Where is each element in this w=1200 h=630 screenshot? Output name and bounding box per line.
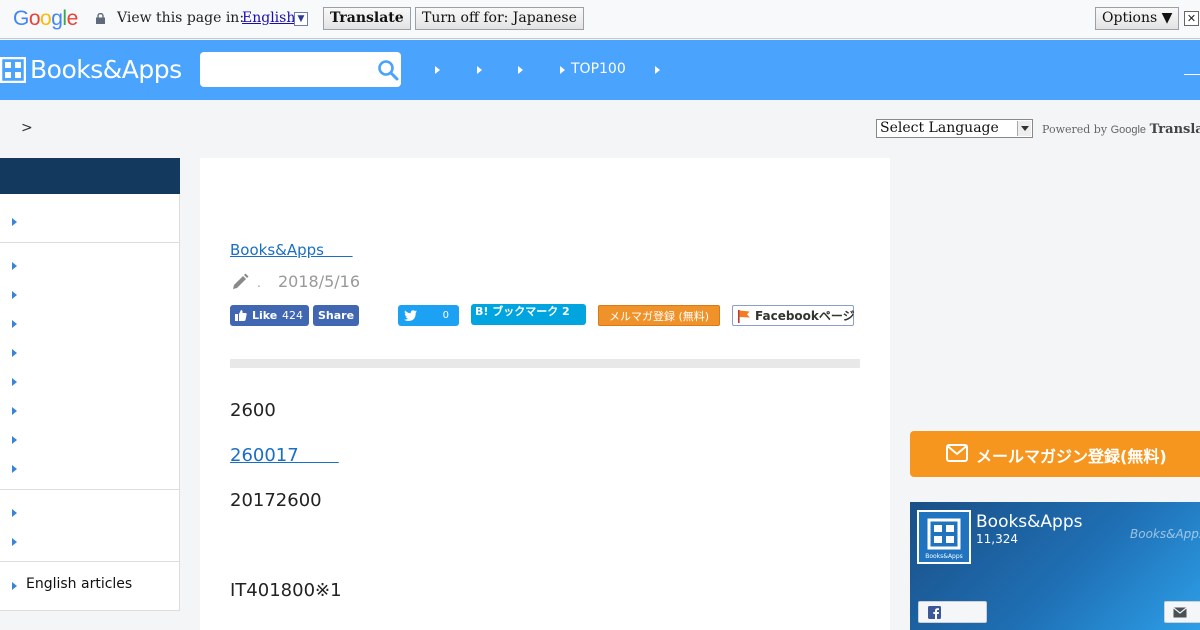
menu-icon[interactable] [1184,74,1200,75]
article-paragraph-link[interactable]: 260017 [230,445,339,466]
divider [230,359,860,368]
select-language-dropdown[interactable]: Select Language [876,119,1033,138]
sidebar-item-8[interactable] [12,436,17,444]
select-language-label: Select Language [880,120,999,136]
turn-off-button[interactable]: Turn off for: Japanese [415,7,584,30]
author-link[interactable]: Books&Apps [230,241,353,259]
envelope-icon [946,444,968,462]
close-icon[interactable]: ✕ [1184,11,1199,26]
facebook-like-label: Like [252,309,278,322]
language-select[interactable]: English [242,10,295,26]
facebook-icon [928,606,941,619]
nav-item-2-arrow-icon[interactable] [477,66,482,74]
newsletter-signup-button[interactable]: メルマガ登録 (無料) [598,305,720,326]
options-button[interactable]: Options ▼ [1095,7,1180,30]
facebook-page-label: Facebookページ [755,309,855,323]
google-mini-logo: Google [1110,124,1147,136]
page-avatar[interactable]: Books&Apps [917,510,971,564]
chevron-down-icon[interactable]: ▼ [294,12,308,26]
mail-magazine-label: メールマガジン登録(無料) [976,447,1167,466]
site-header: Books&Apps TOP100 [0,40,1200,100]
logo-mark-icon [0,57,26,83]
sidebar-item-7[interactable] [12,407,17,415]
article: Books&Apps . 2018/5/16 Like 424 Share 0 … [200,158,890,630]
svg-text:Books&Apps: Books&Apps [925,553,963,560]
sidebar: English articles [0,158,180,611]
envelope-icon [1173,607,1187,618]
sidebar-item-4[interactable] [12,320,17,328]
sidebar-header [0,158,180,194]
search-icon[interactable] [377,59,399,81]
facebook-like-button[interactable]: Like 424 [230,305,309,326]
sidebar-item-1[interactable] [12,218,17,226]
nav-item-top100[interactable]: TOP100 [571,61,626,77]
article-paragraph-1: 2600 [230,400,276,421]
sidebar-item-2[interactable] [12,262,17,270]
facebook-share-button[interactable]: Share [313,305,359,326]
nav-item-5-arrow-icon[interactable] [655,66,660,74]
powered-by-google: Powered by Google Translate [1042,122,1200,137]
page-like-count: 11,324 [976,532,1018,546]
publish-date: 2018/5/16 [278,272,361,291]
twitter-icon [404,310,417,321]
article-paragraph-3: 20172600 [230,490,322,511]
translate-button[interactable]: Translate [323,7,411,30]
meta-dot: . [257,276,261,290]
tweet-count: 0 [442,310,449,321]
mail-magazine-button[interactable]: メールマガジン登録(無料) [910,431,1200,477]
facebook-page-widget[interactable]: Books&Apps Books&Apps 11,324 Books&Apps [910,502,1200,630]
lock-icon [96,13,105,24]
google-logo: Google [13,7,78,30]
translate-label: Translate [1149,122,1200,137]
message-button[interactable] [1164,601,1200,623]
facebook-page-button[interactable]: Facebookページ [732,305,855,326]
page-name[interactable]: Books&Apps [976,512,1083,532]
breadcrumb: > [21,120,33,136]
translate-prompt: View this page in: [117,10,245,26]
powered-by-label: Powered by [1042,123,1108,136]
chevron-down-icon [1017,121,1031,136]
hatena-bookmark-label: B! ブックマーク 2 [475,305,570,318]
sidebar-item-english-arrow-icon [12,582,17,590]
facebook-like-page-button[interactable] [918,601,987,623]
books-apps-logo-icon: Books&Apps [925,518,963,560]
tweet-button[interactable]: 0 [398,305,459,326]
nav-item-3-arrow-icon[interactable] [518,66,523,74]
sidebar-item-3[interactable] [12,291,17,299]
site-logo-text: Books&Apps [30,55,182,84]
sidebar-divider [0,242,180,243]
nav-item-top100-arrow-icon [560,66,565,74]
sidebar-item-english-articles[interactable]: English articles [26,576,132,592]
hatena-bookmark-button[interactable]: B! ブックマーク 2 [471,304,586,325]
facebook-like-count: 424 [282,309,303,322]
search-input[interactable] [200,52,401,87]
sidebar-divider [0,489,180,490]
pencil-icon [233,273,249,289]
sidebar-item-10[interactable] [12,509,17,517]
thumbs-up-icon [235,310,247,321]
nav-item-1-arrow-icon[interactable] [435,66,440,74]
translate-bar: Google View this page in: English ▼ Tran… [0,0,1200,39]
sidebar-item-5[interactable] [12,349,17,357]
sidebar-item-11[interactable] [12,538,17,546]
sidebar-item-9[interactable] [12,465,17,473]
sidebar-item-6[interactable] [12,378,17,386]
flag-icon [738,310,750,323]
cover-watermark: Books&Apps [1130,527,1200,541]
sidebar-divider [0,561,180,562]
article-paragraph-4: IT401800※1 [230,580,342,601]
